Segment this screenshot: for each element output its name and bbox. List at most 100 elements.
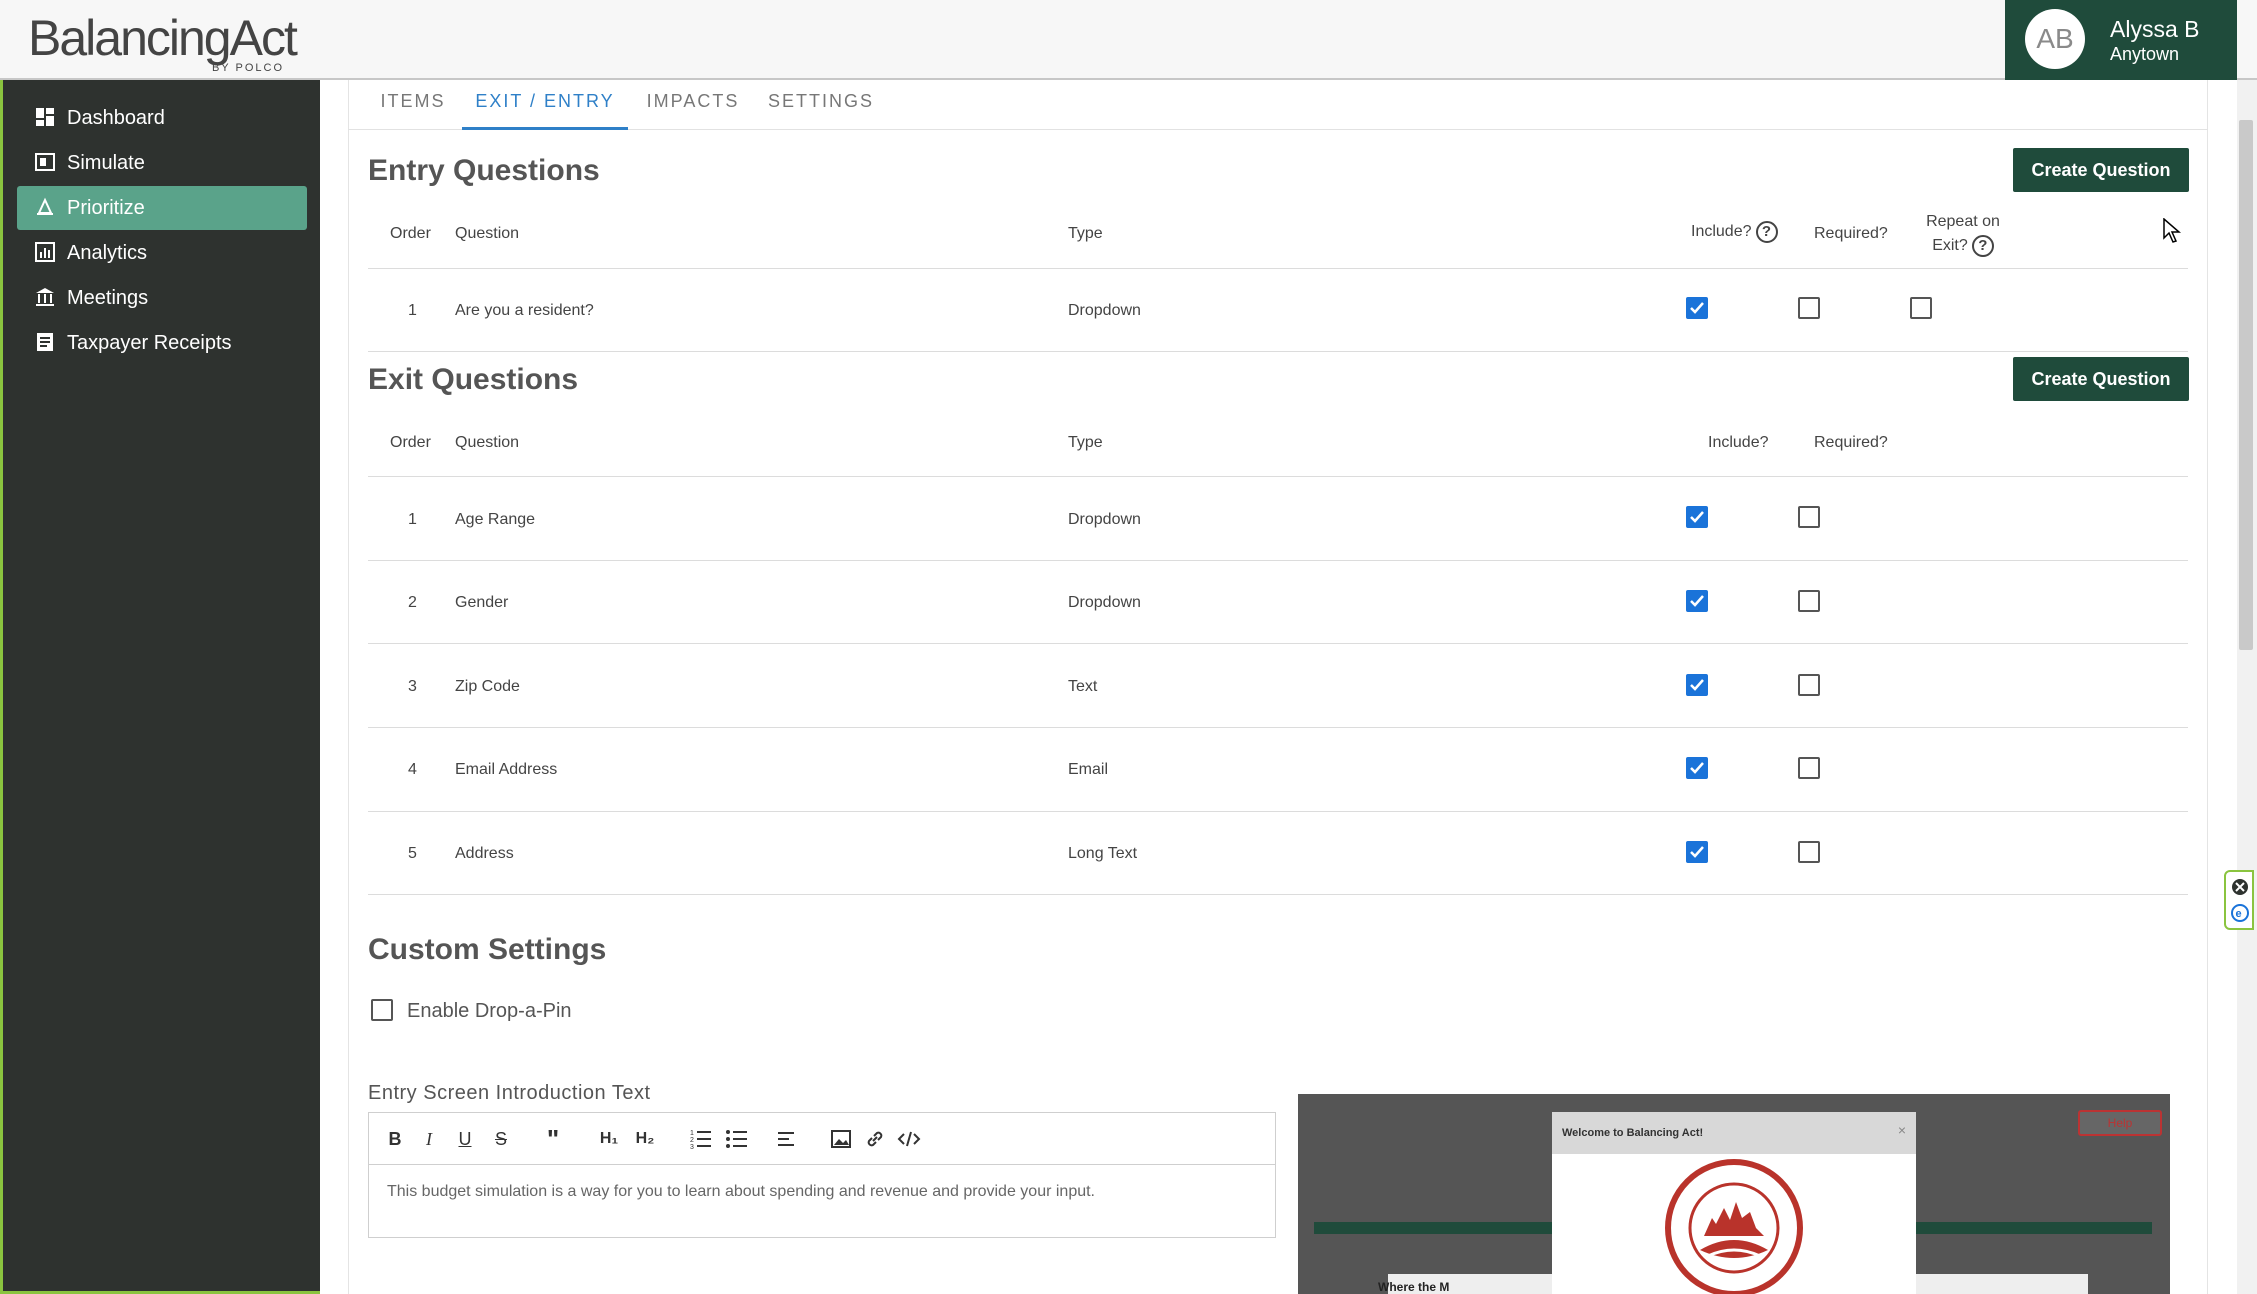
repeat-on-exit-checkbox[interactable] <box>1910 297 1932 319</box>
analytics-icon <box>35 242 55 262</box>
help-icon[interactable]: ? <box>1971 234 1994 257</box>
help-icon[interactable]: ? <box>1755 221 1778 243</box>
receipt-icon <box>37 333 53 351</box>
sidebar-item-taxpayer-receipts[interactable]: Taxpayer Receipts <box>17 321 307 365</box>
entry-questions-title: Entry Questions <box>368 154 600 187</box>
align-left-icon[interactable] <box>773 1125 801 1153</box>
drop-a-pin-label: Enable Drop-a-Pin <box>407 1000 572 1022</box>
include-checkbox[interactable] <box>1686 757 1708 779</box>
user-name: Alyssa B <box>2110 16 2200 42</box>
prioritize-icon <box>37 197 53 215</box>
preview-bottom-text: Where the M <box>1378 1280 1450 1294</box>
create-exit-question-button[interactable]: Create Question <box>2013 357 2189 401</box>
column-header-order: Order <box>390 434 431 451</box>
intro-text-editor: B I U S " H₁ H₂ 123 This budget simulati… <box>368 1112 1276 1238</box>
sidebar-item-label: Prioritize <box>67 197 145 219</box>
tab-settings[interactable]: SETTINGS <box>758 80 884 130</box>
svg-text:1: 1 <box>690 1130 694 1137</box>
divider <box>368 351 2188 352</box>
intro-text-content[interactable]: This budget simulation is a way for you … <box>387 1183 1095 1201</box>
required-checkbox[interactable] <box>1798 674 1820 696</box>
code-icon[interactable] <box>895 1125 923 1153</box>
sidebar: Dashboard Simulate Prioritize Analytics … <box>0 80 320 1294</box>
row-question: Zip Code <box>455 678 520 695</box>
strikethrough-icon[interactable]: S <box>487 1125 515 1153</box>
divider <box>368 476 2188 477</box>
sidebar-item-simulate[interactable]: Simulate <box>17 141 307 185</box>
tab-items[interactable]: ITEMS <box>358 80 468 130</box>
italic-icon[interactable]: I <box>415 1125 443 1153</box>
close-icon: × <box>1897 1122 1906 1138</box>
repeat-label-line2: Exit? <box>1932 237 1968 254</box>
column-header-type: Type <box>1068 434 1103 451</box>
simulate-icon <box>35 153 55 171</box>
row-order: 2 <box>408 594 417 611</box>
tab-exit-entry[interactable]: EXIT / ENTRY <box>462 80 628 130</box>
divider <box>368 643 2188 644</box>
heading-2-icon[interactable]: H₂ <box>631 1125 659 1153</box>
meetings-icon <box>36 288 54 306</box>
divider <box>368 811 2188 812</box>
preview-help-button: Help <box>2078 1110 2162 1136</box>
drop-a-pin-checkbox[interactable] <box>371 999 393 1021</box>
balancing-act-logo[interactable]: BalancingAct BY POLCO <box>28 8 308 76</box>
sidebar-item-label: Taxpayer Receipts <box>67 332 232 354</box>
user-menu[interactable]: AB Alyssa B Anytown <box>2005 0 2237 80</box>
required-checkbox[interactable] <box>1798 757 1820 779</box>
column-header-type: Type <box>1068 225 1103 242</box>
column-header-include: Include? <box>1708 434 1769 451</box>
column-header-question: Question <box>455 225 520 242</box>
close-icon[interactable] <box>2231 878 2249 896</box>
logo-subtitle: BY POLCO <box>211 62 284 74</box>
divider <box>368 727 2188 728</box>
row-type: Email <box>1068 761 1109 778</box>
row-order: 4 <box>408 761 417 778</box>
column-header-repeat-on-exit: Repeat on Exit?? <box>1926 210 2000 258</box>
scrollbar-thumb[interactable] <box>2239 120 2253 650</box>
required-checkbox[interactable] <box>1798 506 1820 528</box>
sidebar-item-dashboard[interactable]: Dashboard <box>17 96 307 140</box>
blockquote-icon[interactable]: " <box>539 1125 567 1153</box>
entry-screen-preview: Help Where the M Welcome to Balancing Ac… <box>1298 1094 2170 1294</box>
tab-impacts[interactable]: IMPACTS <box>638 80 748 130</box>
required-checkbox[interactable] <box>1798 590 1820 612</box>
avatar: AB <box>2025 9 2085 69</box>
heading-1-icon[interactable]: H₁ <box>595 1125 623 1153</box>
accessibility-icon[interactable]: e <box>2231 904 2249 922</box>
ordered-list-icon[interactable]: 123 <box>687 1125 715 1153</box>
include-checkbox[interactable] <box>1686 841 1708 863</box>
required-checkbox[interactable] <box>1798 841 1820 863</box>
include-checkbox[interactable] <box>1686 506 1708 528</box>
sidebar-item-label: Dashboard <box>67 107 165 129</box>
custom-settings-title: Custom Settings <box>368 933 607 966</box>
include-checkbox[interactable] <box>1686 674 1708 696</box>
city-seal-icon <box>1665 1159 1803 1294</box>
required-checkbox[interactable] <box>1798 297 1820 319</box>
image-icon[interactable] <box>827 1125 855 1153</box>
row-type: Dropdown <box>1068 594 1141 611</box>
include-checkbox[interactable] <box>1686 590 1708 612</box>
column-header-order: Order <box>390 225 431 242</box>
mouse-cursor-icon <box>2163 218 2182 243</box>
accessibility-widget[interactable]: e <box>2224 870 2254 930</box>
sidebar-item-label: Simulate <box>67 152 145 174</box>
underline-icon[interactable]: U <box>451 1125 479 1153</box>
user-town: Anytown <box>2110 44 2180 64</box>
preview-modal-title: Welcome to Balancing Act! <box>1562 1127 1704 1139</box>
sidebar-item-label: Meetings <box>67 287 149 309</box>
sidebar-item-analytics[interactable]: Analytics <box>17 231 307 275</box>
bold-icon[interactable]: B <box>381 1125 409 1153</box>
top-header: BalancingAct BY POLCO AB Alyssa B Anytow… <box>0 0 2257 80</box>
sidebar-item-prioritize[interactable]: Prioritize <box>17 186 307 230</box>
create-entry-question-button[interactable]: Create Question <box>2013 148 2189 192</box>
include-checkbox[interactable] <box>1686 297 1708 319</box>
column-header-required: Required? <box>1814 225 1888 242</box>
link-icon[interactable] <box>861 1125 889 1153</box>
svg-text:2: 2 <box>690 1137 694 1144</box>
exit-questions-title: Exit Questions <box>368 363 579 396</box>
row-order: 1 <box>408 511 417 528</box>
svg-text:e: e <box>2236 908 2242 920</box>
intro-text-label: Entry Screen Introduction Text <box>368 1082 651 1104</box>
bullet-list-icon[interactable] <box>723 1125 751 1153</box>
sidebar-item-meetings[interactable]: Meetings <box>17 276 307 320</box>
